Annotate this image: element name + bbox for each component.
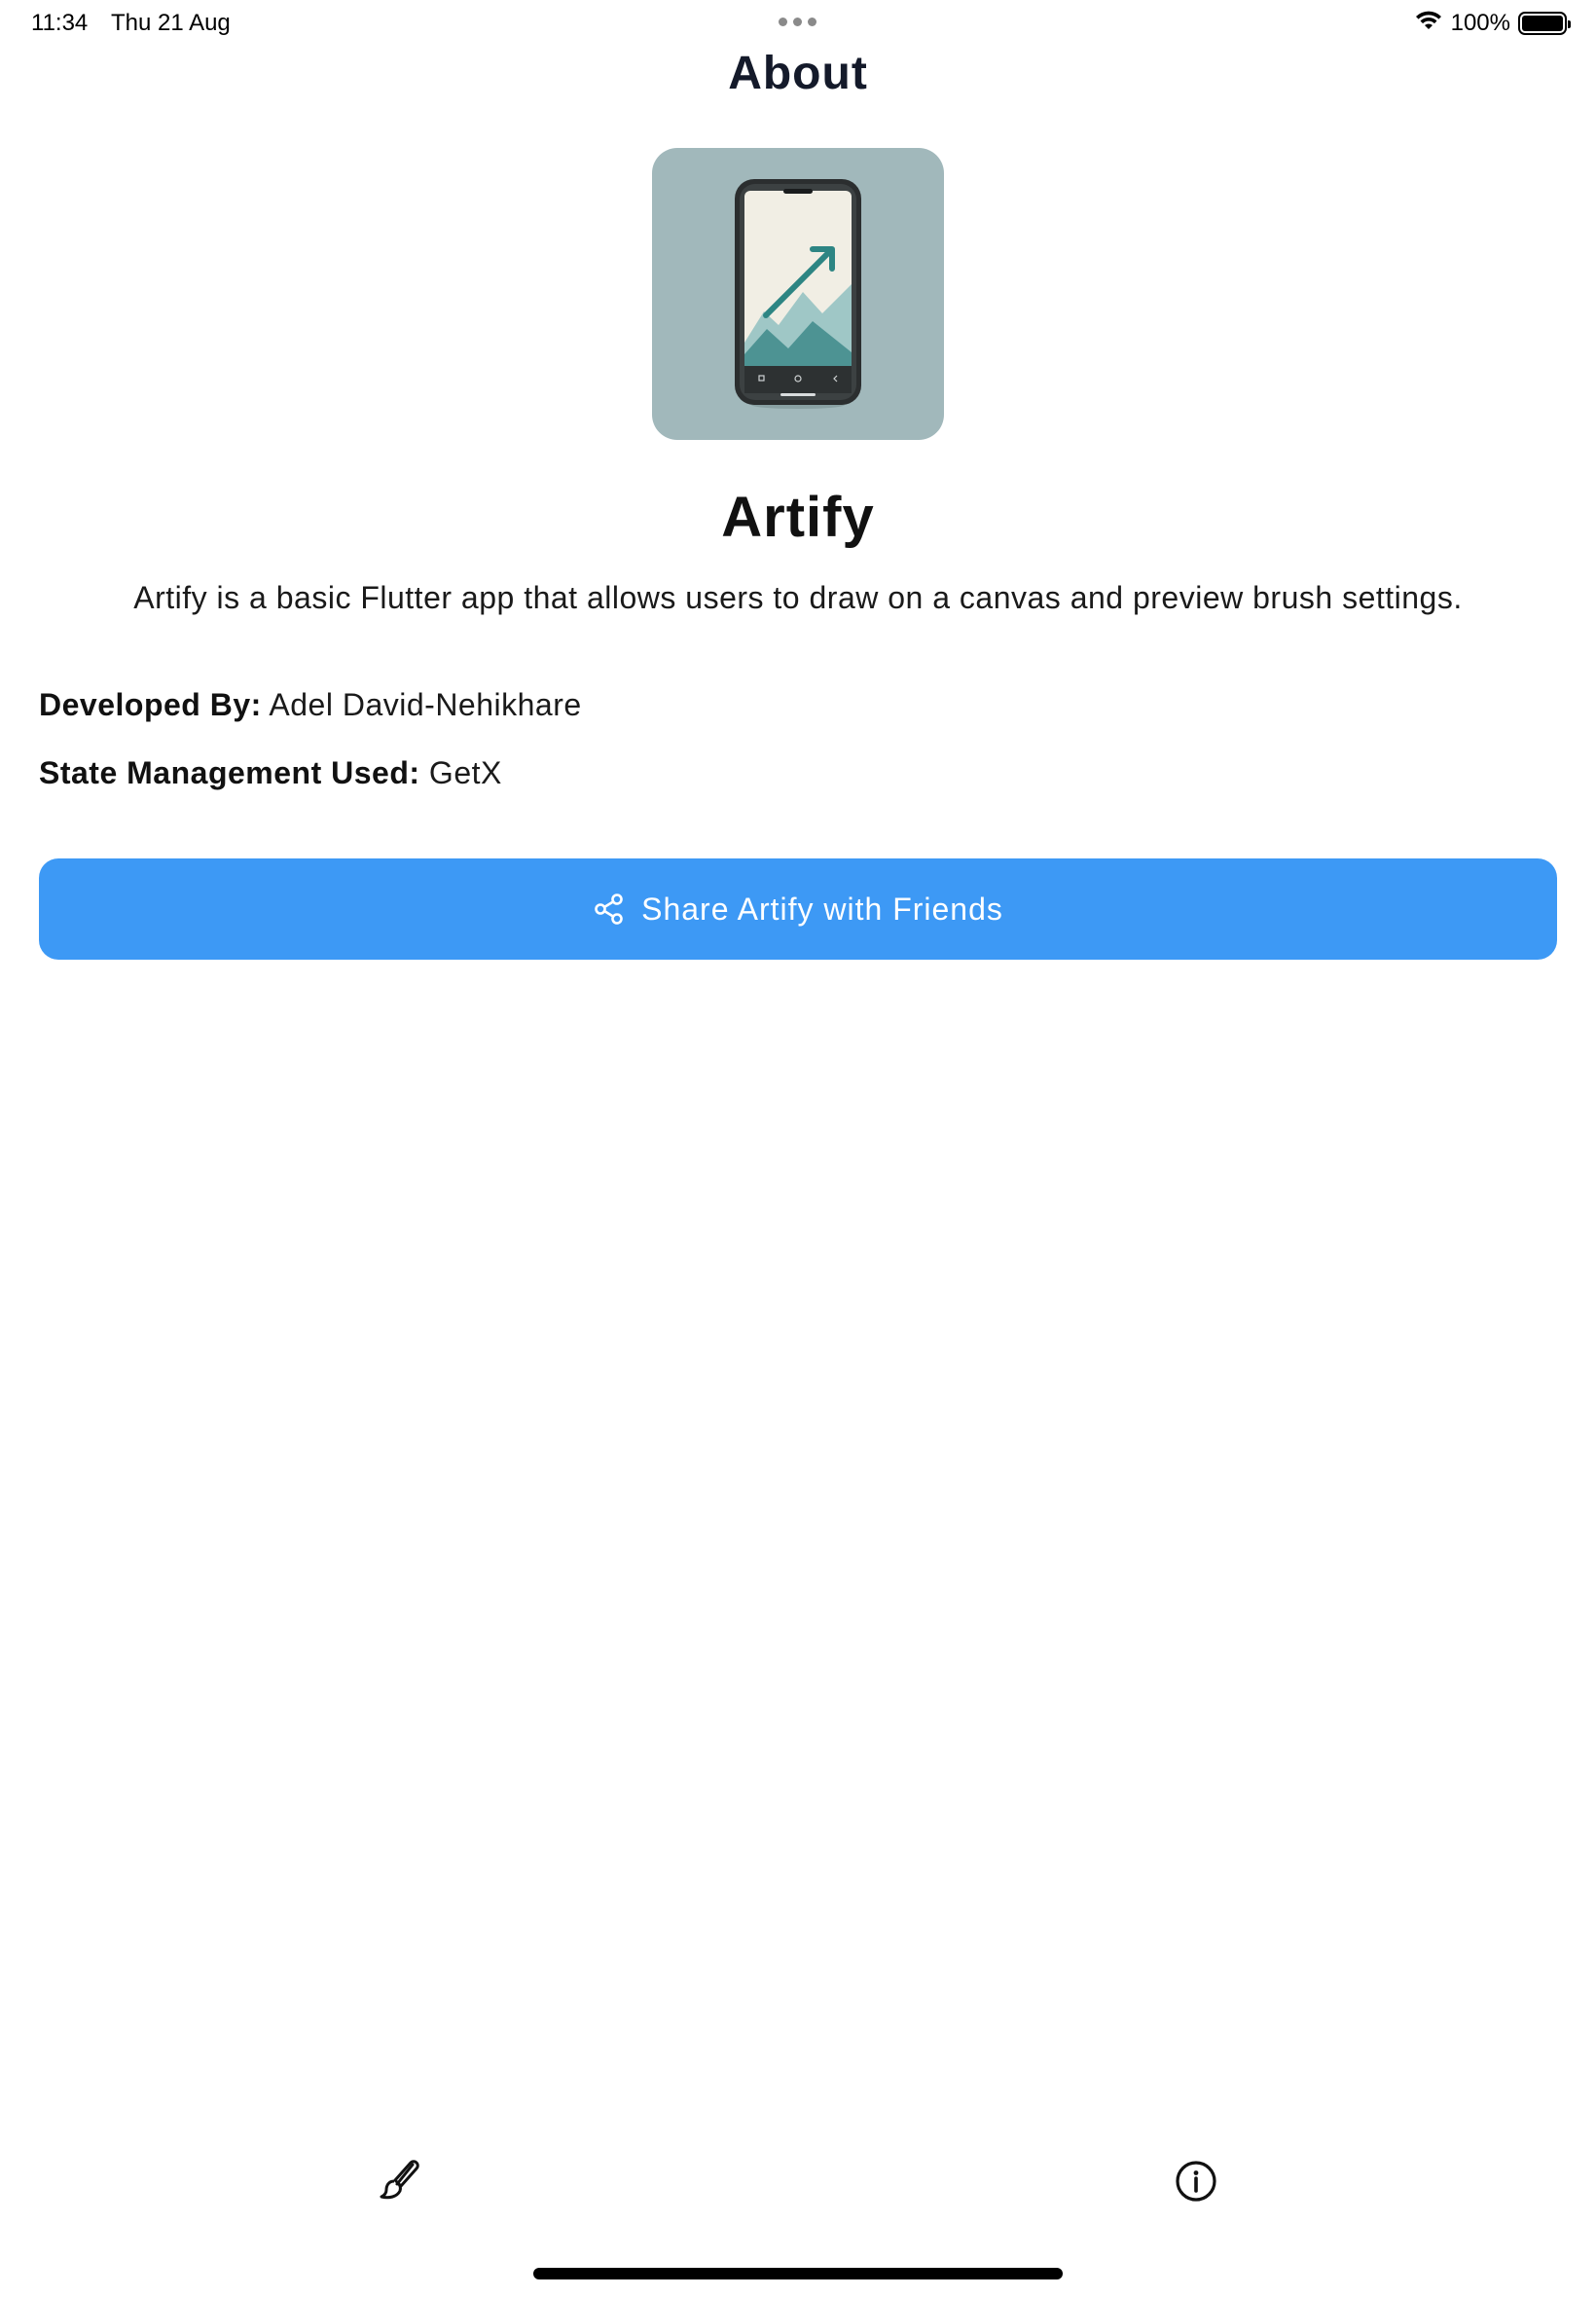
status-right: 100% [1414,9,1571,37]
home-indicator[interactable] [533,2268,1063,2279]
about-page: 11:34 Thu 21 Aug 100% About Artify Artif… [0,0,1596,2297]
status-time: 11:34 [31,10,89,36]
brush-icon[interactable] [376,2157,424,2206]
wifi-icon [1414,9,1443,37]
developed-by: Developed By: Adel David-Nehikhare [39,687,582,723]
state-management: State Management Used: GetX [39,755,502,791]
state-management-value: GetX [428,755,502,790]
developed-by-value: Adel David-Nehikhare [269,687,582,722]
bottom-nav [0,2137,1596,2225]
status-date: Thu 21 Aug [111,10,231,36]
app-logo-icon [652,148,944,440]
share-button-label: Share Artify with Friends [641,891,1003,927]
app-name: Artify [721,486,875,549]
developed-by-label: Developed By: [39,687,262,722]
share-icon [593,893,626,926]
info-icon[interactable] [1172,2157,1220,2206]
share-button[interactable]: Share Artify with Friends [39,858,1557,960]
app-description: Artify is a basic Flutter app that allow… [133,580,1463,615]
multitasking-dots[interactable] [779,18,816,26]
status-bar: 11:34 Thu 21 Aug 100% [0,0,1596,49]
battery-percentage: 100% [1450,9,1510,36]
battery-icon [1518,11,1571,35]
state-management-label: State Management Used: [39,755,420,790]
page-title: About [728,48,868,99]
